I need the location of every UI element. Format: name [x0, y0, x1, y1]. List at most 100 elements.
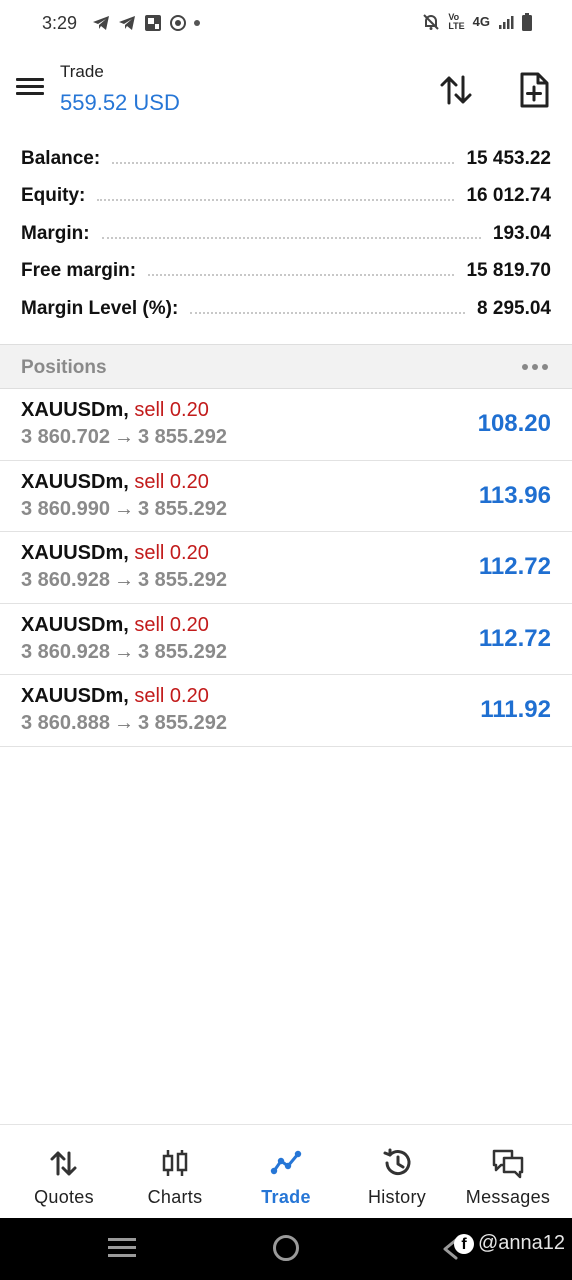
tab-trade[interactable]: Trade: [229, 1125, 343, 1219]
leader-dots: [112, 161, 455, 164]
quotes-icon: [50, 1151, 77, 1176]
watermark-text: @anna12: [478, 1232, 566, 1254]
status-time: 3:29: [42, 13, 78, 33]
current-price: 3 855.292: [137, 569, 227, 591]
signal-icon: [499, 16, 514, 29]
positions-list: XAUUSDm, sell 0.20 3 860.702 → 3 855.292 1…: [0, 389, 572, 747]
position-row[interactable]: XAUUSDm, sell 0.20 3 860.888 → 3 855.292 1…: [0, 675, 572, 747]
summary-value: 16 012.74: [466, 185, 551, 207]
tab-quotes[interactable]: Quotes: [7, 1125, 121, 1219]
summary-row-free-margin: Free margin: 15 819.70: [0, 253, 572, 291]
position-side: sell 0.20: [134, 613, 209, 636]
summary-row-margin: Margin: 193.04: [0, 215, 572, 253]
open-price: 3 860.928: [21, 569, 110, 591]
tab-label: History: [367, 1187, 427, 1207]
recorder-icon: [170, 15, 186, 31]
summary-row-margin-level: Margin Level (%): 8 295.04: [0, 290, 572, 328]
leader-dots: [101, 236, 481, 239]
tab-messages[interactable]: Messages: [451, 1125, 565, 1219]
new-order-icon[interactable]: [514, 70, 554, 110]
telegram-icon: [119, 16, 135, 30]
system-navigation-bar: f @anna12: [0, 1218, 572, 1280]
position-symbol: XAUUSDm,: [21, 399, 129, 421]
photo-icon: [145, 15, 161, 31]
position-row[interactable]: XAUUSDm, sell 0.20 3 860.702 → 3 855.292 1…: [0, 389, 572, 461]
tab-label: Trade: [261, 1187, 311, 1207]
summary-value: 15 819.70: [466, 260, 551, 282]
bell-off-icon: [423, 14, 440, 30]
page-title: Trade: [60, 62, 104, 81]
telegram-icon: [93, 16, 109, 30]
tab-charts[interactable]: Charts: [118, 1125, 232, 1219]
account-summary: Balance: 15 453.22 Equity: 16 012.74 Mar…: [0, 140, 572, 328]
position-profit: 113.96: [478, 481, 551, 509]
arrow-right-icon: →: [113, 426, 134, 448]
history-icon: [383, 1148, 411, 1176]
position-symbol: XAUUSDm,: [21, 613, 129, 636]
position-symbol: XAUUSDm,: [21, 542, 129, 564]
sort-icon[interactable]: [436, 70, 476, 110]
position-side: sell 0.20: [134, 470, 209, 493]
arrow-right-icon: →: [113, 497, 134, 520]
summary-label: Balance:: [21, 147, 101, 169]
battery-icon: [522, 13, 532, 31]
position-side: sell 0.20: [134, 399, 209, 421]
summary-label: Equity:: [21, 185, 86, 207]
leader-dots: [97, 199, 455, 202]
summary-label: Margin:: [21, 222, 90, 244]
tab-label: Quotes: [34, 1187, 94, 1207]
system-status-icons: Vo LTE 4G: [422, 13, 532, 31]
current-price: 3 855.292: [137, 426, 227, 448]
profit-total: 559.52 USD: [60, 90, 180, 115]
charts-icon: [162, 1150, 188, 1176]
dot-icon: [194, 20, 200, 26]
bottom-navigation: Quotes Charts Trade History Messages: [0, 1124, 572, 1218]
network-4g-icon: 4G: [472, 14, 490, 29]
tab-history[interactable]: History: [340, 1125, 454, 1219]
current-price: 3 855.292: [137, 497, 227, 520]
position-profit: 108.20: [477, 410, 551, 437]
open-price: 3 860.990: [21, 497, 110, 520]
position-side: sell 0.20: [134, 542, 209, 564]
position-profit: 112.72: [478, 624, 551, 652]
position-symbol: XAUUSDm,: [21, 685, 129, 707]
position-profit: 112.72: [478, 553, 551, 580]
recents-icon[interactable]: [108, 1238, 136, 1260]
position-row[interactable]: XAUUSDm, sell 0.20 3 860.990 → 3 855.292 1…: [0, 461, 572, 532]
summary-value: 193.04: [492, 222, 551, 244]
positions-header: Positions: [0, 344, 572, 389]
arrow-right-icon: →: [113, 640, 134, 663]
menu-icon[interactable]: [14, 74, 46, 102]
open-price: 3 860.928: [21, 640, 110, 663]
summary-row-balance: Balance: 15 453.22: [0, 140, 572, 178]
arrow-right-icon: →: [113, 712, 134, 734]
position-row[interactable]: XAUUSDm, sell 0.20 3 860.928 → 3 855.292 1…: [0, 532, 572, 604]
position-side: sell 0.20: [134, 685, 209, 707]
leader-dots: [190, 311, 466, 314]
facebook-icon: f: [454, 1233, 474, 1254]
summary-value: 15 453.22: [466, 147, 551, 169]
more-options-icon[interactable]: [520, 357, 550, 377]
summary-label: Margin Level (%):: [21, 297, 179, 319]
summary-row-equity: Equity: 16 012.74: [0, 178, 572, 216]
position-profit: 111.92: [480, 696, 551, 723]
leader-dots: [148, 274, 455, 277]
home-icon[interactable]: [273, 1235, 299, 1261]
current-price: 3 855.292: [137, 712, 227, 734]
positions-title: Positions: [21, 357, 107, 378]
position-symbol: XAUUSDm,: [21, 470, 129, 493]
summary-value: 8 295.04: [477, 297, 551, 319]
trade-icon: [270, 1150, 302, 1175]
summary-label: Free margin:: [21, 260, 137, 282]
open-price: 3 860.888: [21, 712, 110, 734]
open-price: 3 860.702: [21, 426, 110, 448]
arrow-right-icon: →: [113, 569, 134, 591]
current-price: 3 855.292: [137, 640, 227, 663]
status-bar: 3:29 Vo LTE 4G: [0, 0, 572, 48]
watermark: f @anna12: [454, 1232, 565, 1255]
volte-icon: Vo LTE: [448, 12, 465, 31]
position-row[interactable]: XAUUSDm, sell 0.20 3 860.928 → 3 855.292 1…: [0, 604, 572, 675]
tab-label: Charts: [147, 1187, 203, 1207]
tab-label: Messages: [465, 1187, 551, 1207]
app-header: Trade 559.52 USD: [0, 48, 572, 134]
